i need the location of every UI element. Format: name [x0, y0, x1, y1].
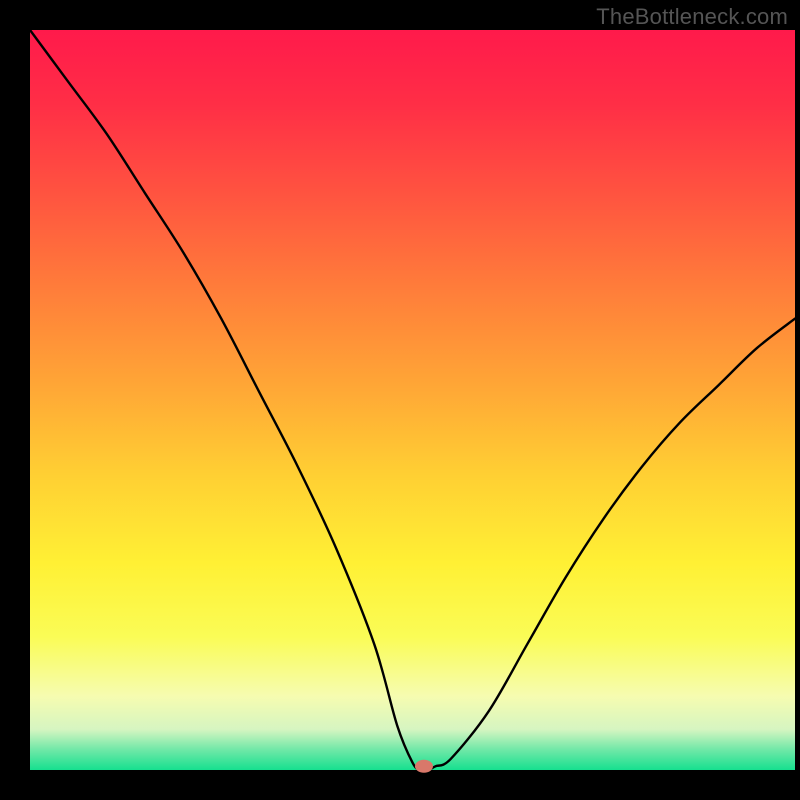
bottleneck-chart	[0, 0, 800, 800]
chart-container: TheBottleneck.com	[0, 0, 800, 800]
optimal-point-marker	[415, 760, 433, 773]
plot-background	[30, 30, 795, 770]
watermark-text: TheBottleneck.com	[596, 4, 788, 30]
